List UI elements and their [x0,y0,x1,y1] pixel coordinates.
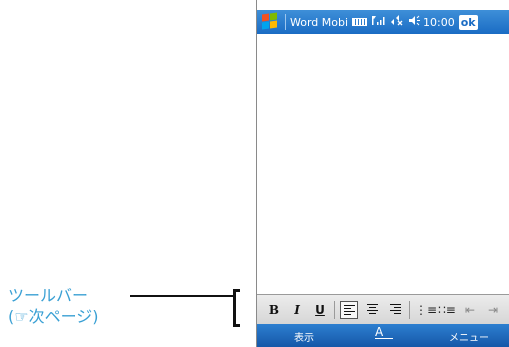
ok-button[interactable]: ok [458,14,478,30]
document-editing-area[interactable] [257,34,509,294]
align-right-icon [389,303,401,314]
italic-button[interactable]: I [288,301,306,319]
windows-start-icon[interactable] [261,12,279,31]
bulleted-list-button[interactable]: ∷≡ [438,301,456,319]
align-center-icon [366,303,378,314]
softkey-bar: 表示 A メニュー [257,324,509,347]
softkey-menu[interactable]: メニュー [449,329,489,344]
title-bar: Word Mobil 10:00 ok [257,10,509,34]
underline-button[interactable]: U [311,301,329,319]
annotation-bracket [233,289,240,327]
annotation-note: (☞次ページ) [8,307,99,326]
align-right-button[interactable] [386,301,404,319]
align-left-button[interactable] [340,300,358,319]
align-left-icon [343,304,355,315]
title-separator [285,14,286,30]
device-screen: Word Mobil 10:00 ok B I U ⋮≡ ∷≡ ⇤ ⇥ 表示 A… [256,0,509,347]
connectivity-icon[interactable] [390,14,403,30]
align-center-button[interactable] [363,301,381,319]
annotation-label: ツールバー [8,286,89,305]
clock-time[interactable]: 10:00 [423,16,455,29]
signal-icon[interactable] [372,15,385,30]
input-panel-label: A [375,325,384,339]
volume-icon[interactable] [408,15,421,30]
toolbar-separator [334,300,335,319]
numbered-list-button[interactable]: ⋮≡ [415,301,437,319]
toolbar-annotation: ツールバー (☞次ページ) [8,285,99,327]
bold-button[interactable]: B [265,301,283,319]
decrease-indent-button[interactable]: ⇤ [461,301,479,319]
softkey-view[interactable]: 表示 [294,329,314,344]
annotation-leader-line [130,295,233,297]
increase-indent-button[interactable]: ⇥ [484,301,502,319]
toolbar-separator [409,300,410,319]
app-title: Word Mobil [290,15,348,29]
status-icons [352,14,421,30]
formatting-toolbar: B I U ⋮≡ ∷≡ ⇤ ⇥ [257,294,509,324]
battery-icon[interactable] [352,18,367,26]
softkey-input-panel[interactable]: A [375,325,393,339]
